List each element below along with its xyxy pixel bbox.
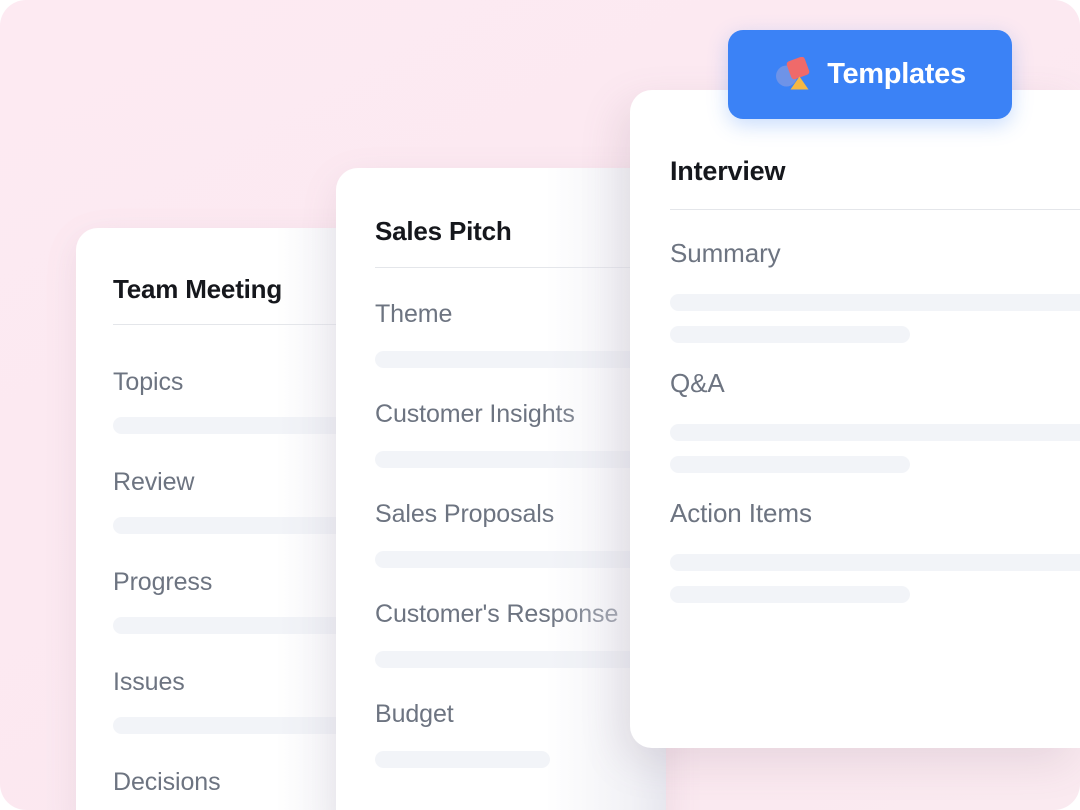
- card-content: Interview Summary Q&A Action Items: [630, 90, 1080, 748]
- section-label-review: Review: [113, 468, 195, 496]
- section-label-progress: Progress: [113, 568, 213, 596]
- placeholder-bar: [670, 586, 910, 603]
- placeholder-bar: [375, 451, 653, 468]
- placeholder-bar: [670, 424, 1080, 441]
- section-label-decisions: Decisions: [113, 768, 221, 796]
- card-title: Team Meeting: [113, 274, 283, 304]
- card-title: Sales Pitch: [375, 216, 512, 246]
- section-label-topics: Topics: [113, 368, 184, 396]
- template-card-sales-pitch[interactable]: Sales Pitch Theme Customer Insights Sale…: [336, 168, 666, 810]
- templates-button-label: Templates: [827, 58, 966, 90]
- card-title-divider: [375, 267, 666, 268]
- section-label-budget: Budget: [375, 700, 454, 728]
- section-label-summary: Summary: [670, 238, 781, 268]
- section-label-customers-response: Customer's Response: [375, 600, 619, 628]
- placeholder-bar: [670, 554, 1080, 571]
- templates-shapes-icon: [776, 56, 810, 89]
- template-card-interview[interactable]: Interview Summary Q&A Action Items: [630, 90, 1080, 748]
- placeholder-bar: [670, 326, 910, 343]
- section-label-issues: Issues: [113, 668, 185, 696]
- card-title-divider: [670, 209, 1080, 210]
- placeholder-bar: [375, 551, 653, 568]
- section-label-customer-insights: Customer Insights: [375, 400, 575, 428]
- placeholder-bar: [670, 456, 910, 473]
- placeholder-bar: [375, 351, 653, 368]
- card-title: Interview: [670, 156, 786, 186]
- placeholder-bar: [670, 294, 1080, 311]
- card-content: Sales Pitch Theme Customer Insights Sale…: [336, 168, 666, 810]
- section-label-theme: Theme: [375, 300, 453, 328]
- placeholder-bar: [375, 651, 653, 668]
- section-label-action-items: Action Items: [670, 498, 812, 528]
- templates-button[interactable]: Templates: [728, 30, 1012, 119]
- section-label-qa: Q&A: [670, 368, 725, 398]
- templates-preview-canvas: Team Meeting Topics Review Progress Issu…: [0, 0, 1080, 810]
- section-label-sales-proposals: Sales Proposals: [375, 500, 555, 528]
- placeholder-bar: [375, 751, 550, 768]
